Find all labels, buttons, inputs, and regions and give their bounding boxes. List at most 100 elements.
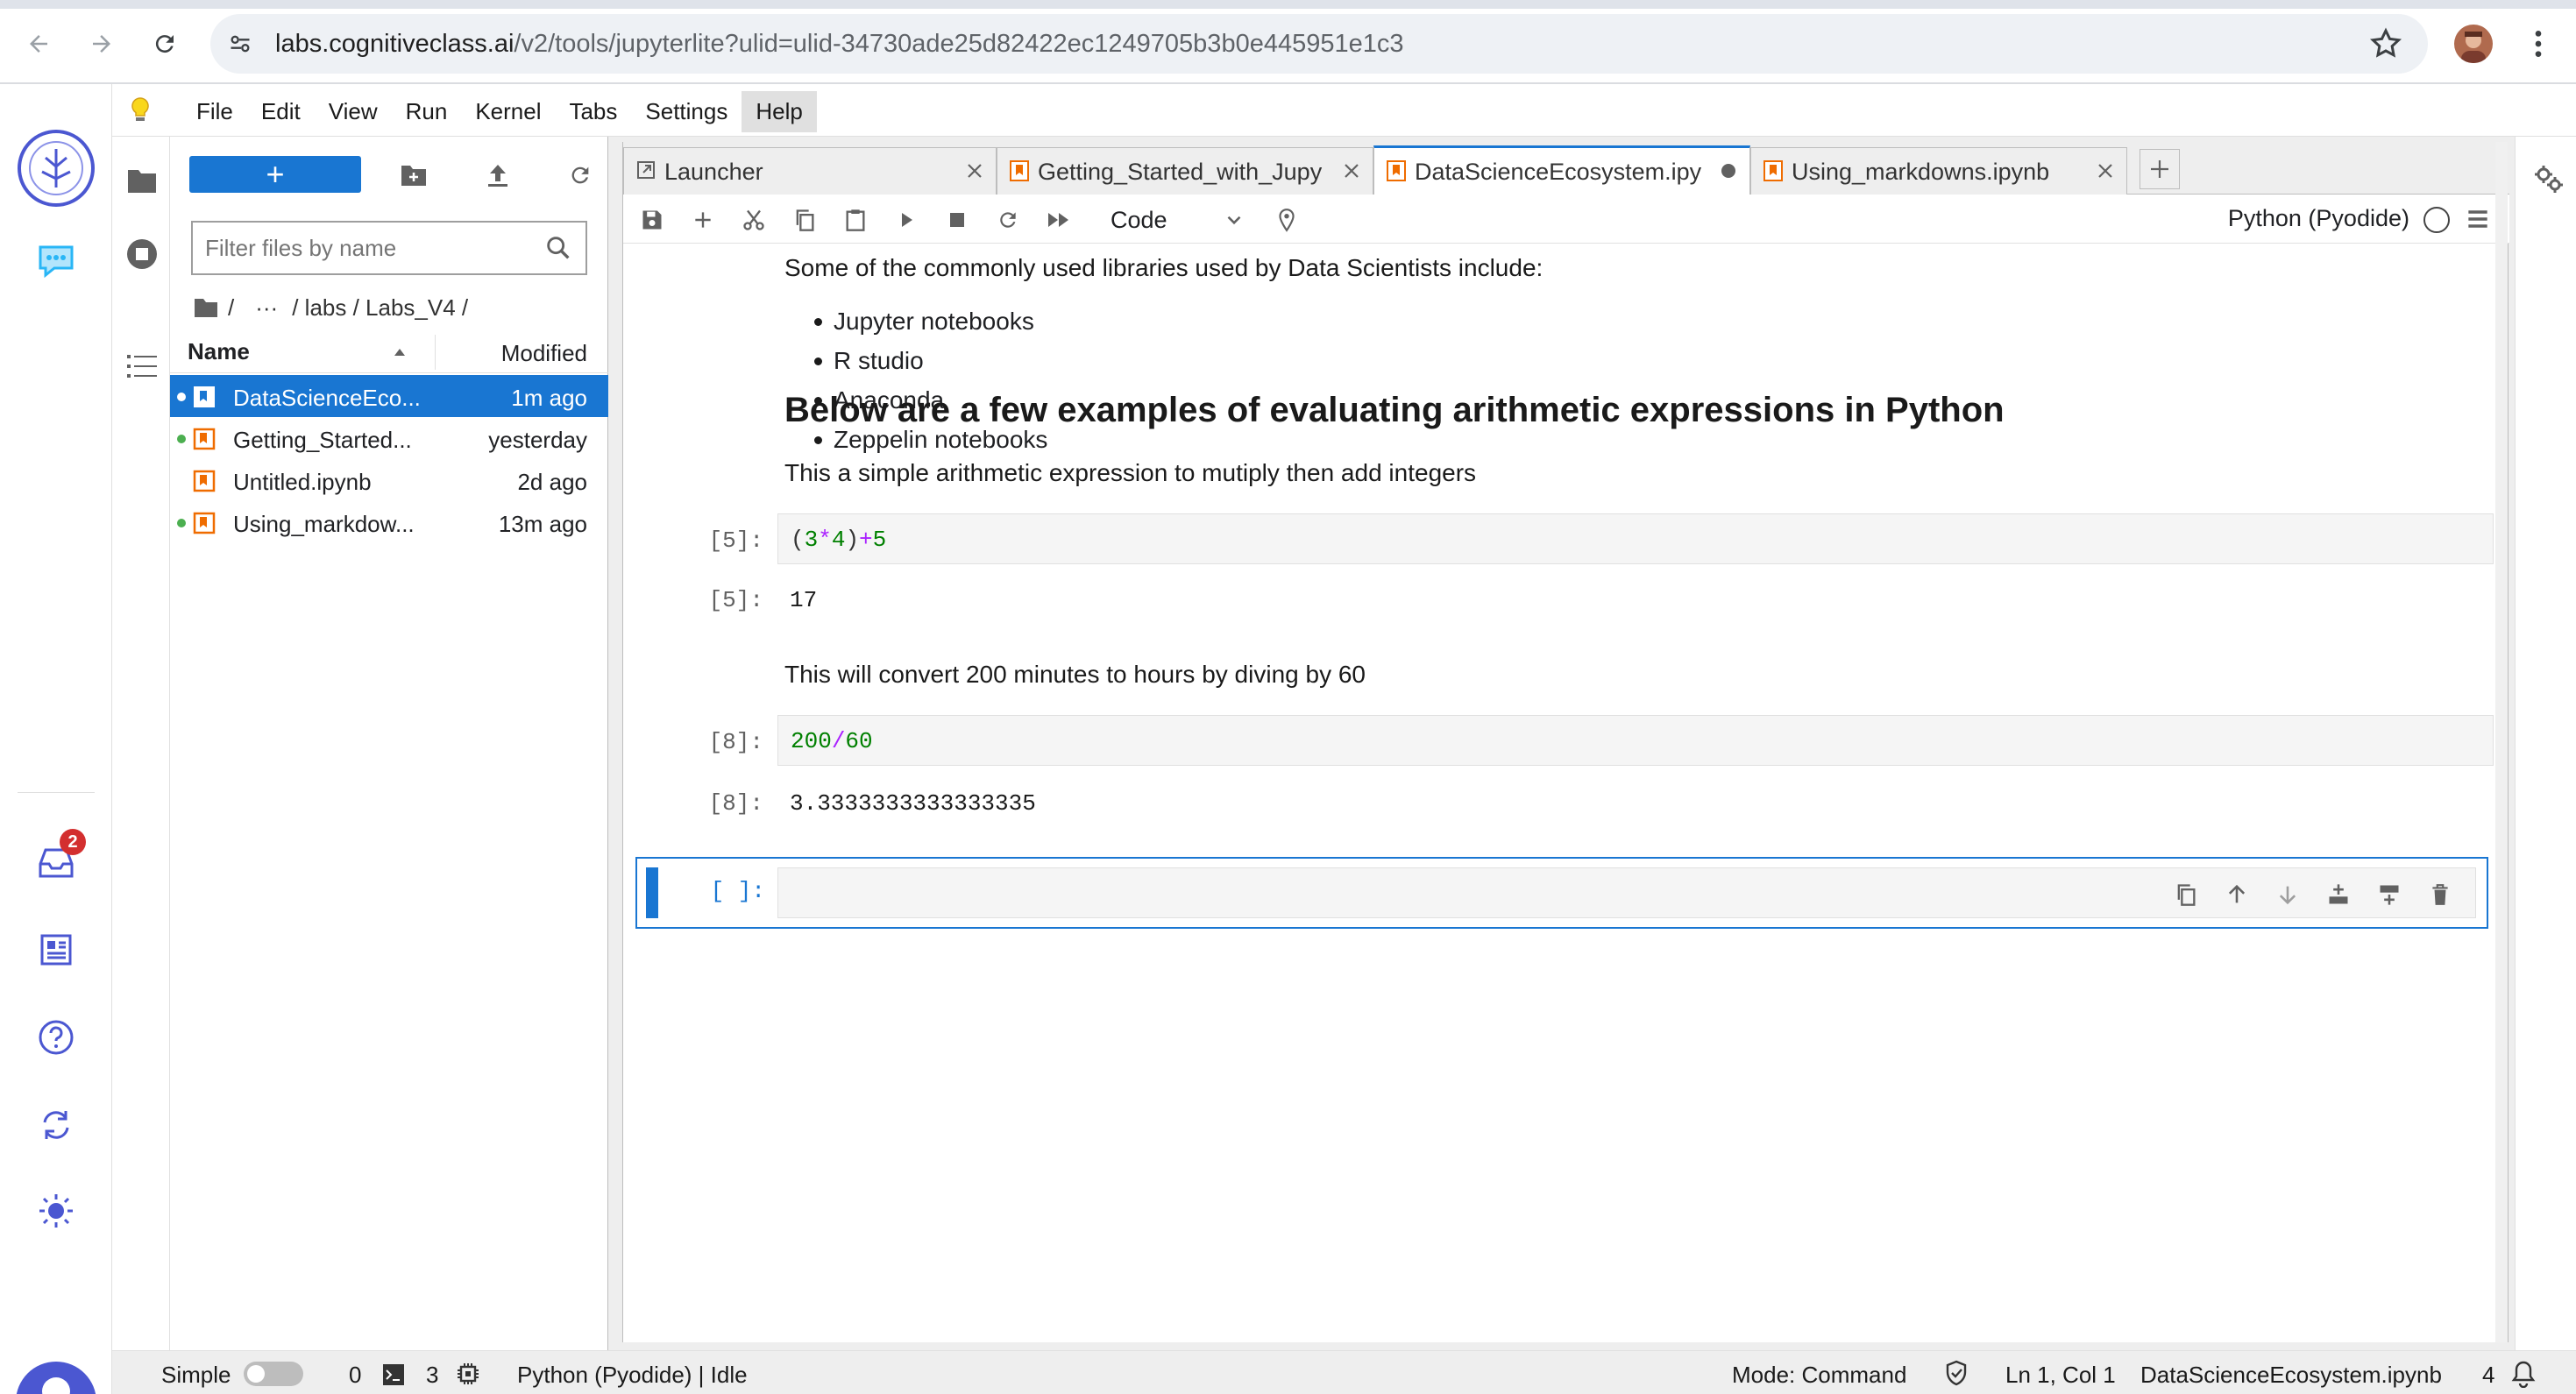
sync-icon[interactable] (30, 1099, 82, 1151)
theme-sun-icon[interactable] (30, 1185, 82, 1237)
site-settings-icon[interactable] (224, 28, 256, 60)
close-icon[interactable] (2093, 159, 2118, 183)
breadcrumb-ellipsis[interactable]: ··· (255, 294, 278, 322)
tab-datascienceecosystem[interactable]: DataScienceEcosystem.ipy (1373, 145, 1750, 195)
menu-help[interactable]: Help (742, 91, 817, 132)
menu-kernel[interactable]: Kernel (461, 91, 555, 132)
tab-using-markdowns[interactable]: Using_markdowns.ipynb (1750, 147, 2127, 195)
help-icon[interactable] (30, 1011, 82, 1064)
inbox-icon[interactable]: 2 (30, 829, 86, 888)
simple-mode-toggle[interactable] (244, 1362, 303, 1386)
code-cell-input[interactable]: (3*4)+5 (777, 513, 2494, 564)
restart-icon[interactable] (993, 205, 1023, 235)
insert-above-icon[interactable] (2324, 881, 2352, 909)
file-modified: 2d ago (517, 469, 587, 495)
back-button[interactable] (18, 23, 60, 65)
bookmark-star-icon[interactable] (2368, 26, 2403, 61)
stop-icon[interactable] (942, 205, 972, 235)
sort-ascending-icon[interactable] (391, 343, 408, 361)
file-row[interactable]: Untitled.ipynb 2d ago (170, 459, 608, 501)
address-bar[interactable]: labs.cognitiveclass.ai/v2/tools/jupyterl… (210, 14, 2428, 74)
column-divider[interactable] (435, 335, 436, 370)
bell-icon[interactable] (2510, 1360, 2537, 1388)
code-editor[interactable] (777, 867, 2476, 918)
notification-count[interactable]: 4 (2482, 1362, 2494, 1389)
fast-forward-icon[interactable] (1044, 205, 1074, 235)
code-token: ( (791, 527, 805, 553)
upload-icon[interactable] (480, 158, 515, 193)
terminal-icon[interactable] (382, 1363, 405, 1386)
insert-cell-icon[interactable] (688, 205, 718, 235)
code-token: ) (845, 527, 860, 553)
unsaved-dot-icon[interactable] (1716, 159, 1741, 183)
file-row[interactable]: Getting_Started... yesterday (170, 417, 608, 459)
folder-icon[interactable] (124, 163, 160, 198)
run-icon[interactable] (891, 205, 921, 235)
menu-tabs[interactable]: Tabs (555, 91, 631, 132)
tab-launcher[interactable]: Launcher (623, 147, 997, 195)
chat-icon[interactable] (30, 235, 82, 287)
column-name-header[interactable]: Name (188, 338, 250, 365)
map-pin-icon[interactable] (1272, 205, 1302, 235)
menu-view[interactable]: View (315, 91, 392, 132)
news-icon[interactable] (30, 923, 82, 976)
property-inspector-gears-icon[interactable] (2533, 163, 2565, 195)
tab-label: Getting_Started_with_Jupy (1038, 159, 1323, 185)
breadcrumb-home-icon[interactable] (193, 296, 219, 319)
breadcrumb-root[interactable]: / (228, 294, 234, 322)
code-cell-input[interactable]: 200/60 (777, 715, 2494, 766)
refresh-icon[interactable] (563, 158, 598, 193)
menu-run[interactable]: Run (392, 91, 462, 132)
kernel-status-text[interactable]: Python (Pyodide) | Idle (517, 1362, 748, 1389)
terminal-count[interactable]: 0 (349, 1362, 361, 1389)
cut-icon[interactable] (739, 205, 769, 235)
move-up-icon[interactable] (2223, 881, 2251, 909)
close-icon[interactable] (962, 159, 987, 183)
tab-label: Launcher (664, 159, 763, 185)
insert-below-icon[interactable] (2375, 881, 2403, 909)
user-avatar[interactable] (16, 1362, 96, 1394)
notebook-icon (1387, 160, 1406, 181)
running-icon[interactable] (124, 237, 160, 272)
markdown-text: This will convert 200 minutes to hours b… (784, 661, 1366, 688)
profile-avatar[interactable] (2454, 25, 2493, 63)
add-tab-button[interactable] (2140, 149, 2180, 189)
cursor-position[interactable]: Ln 1, Col 1 (2005, 1362, 2116, 1389)
libraries-list: Jupyter notebooks R studio Anaconda Zepp… (784, 305, 1047, 463)
reload-button[interactable] (144, 23, 186, 65)
notebook-content: Some of the commonly used libraries used… (623, 244, 2509, 1342)
kernel-count[interactable]: 3 (426, 1362, 438, 1389)
file-row[interactable]: DataScienceEco... 1m ago (170, 375, 608, 417)
menu-edit[interactable]: Edit (247, 91, 315, 132)
move-down-icon[interactable] (2274, 881, 2302, 909)
browser-menu-icon[interactable] (2521, 26, 2556, 61)
app-logo-icon[interactable] (16, 128, 96, 209)
list-item: Jupyter notebooks (784, 305, 1047, 344)
notebook-icon (1010, 160, 1029, 181)
save-icon[interactable] (637, 205, 667, 235)
close-icon[interactable] (1339, 159, 1364, 183)
new-launcher-button[interactable]: + (189, 156, 361, 193)
kernel-name[interactable]: Python (Pyodide) (2228, 205, 2409, 232)
notebook-scrollbar[interactable] (2495, 142, 2508, 1342)
delete-cell-icon[interactable] (2426, 881, 2454, 909)
file-row[interactable]: Using_markdow... 13m ago (170, 501, 608, 543)
breadcrumb-path[interactable]: / labs / Labs_V4 / (292, 294, 468, 322)
active-code-cell[interactable]: [ ]: (635, 857, 2488, 929)
paste-icon[interactable] (841, 205, 870, 235)
table-of-contents-icon[interactable] (124, 349, 160, 384)
menu-file[interactable]: File (182, 91, 247, 132)
trusted-shield-icon[interactable] (1944, 1360, 1969, 1386)
menu-lines-icon[interactable] (2464, 205, 2492, 233)
cell-type-dropdown[interactable]: Code (1102, 203, 1251, 237)
menu-settings[interactable]: Settings (631, 91, 742, 132)
forward-button[interactable] (81, 23, 123, 65)
duplicate-cell-icon[interactable] (2172, 881, 2200, 909)
tab-getting-started[interactable]: Getting_Started_with_Jupy (997, 147, 1373, 195)
notebook-file-icon (193, 428, 216, 450)
column-modified-header[interactable]: Modified (501, 340, 587, 367)
file-filter-input[interactable] (193, 223, 526, 274)
copy-icon[interactable] (790, 205, 820, 235)
cpu-chip-icon[interactable] (456, 1362, 480, 1386)
new-folder-icon[interactable] (396, 158, 431, 193)
